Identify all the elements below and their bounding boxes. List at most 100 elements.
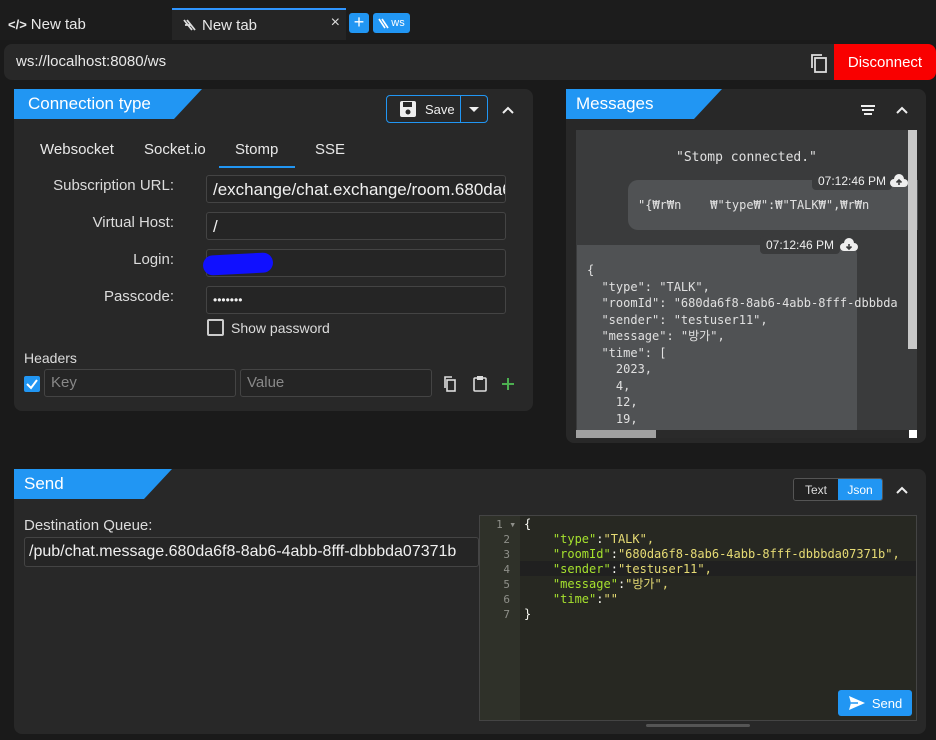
- subscription-url-input[interactable]: /exchange/chat.exchange/room.680da6f: [206, 175, 506, 203]
- received-message-text: { "type": "TALK", "roomId": "680da6f8-8a…: [587, 262, 909, 430]
- code-line: }: [524, 607, 532, 621]
- header-key-input[interactable]: Key: [44, 369, 236, 397]
- tab-label: New tab: [30, 15, 86, 33]
- message-line: "type": "TALK",: [587, 279, 710, 294]
- line-number: 6: [503, 593, 510, 606]
- line-number: 4: [503, 563, 510, 576]
- tab-sse[interactable]: SSE: [315, 141, 345, 158]
- cloud-upload-icon[interactable]: [890, 174, 908, 188]
- message-line: 12,: [587, 395, 638, 409]
- passcode-input[interactable]: •••••••: [206, 286, 506, 314]
- header-value-input[interactable]: Value: [240, 369, 432, 397]
- message-line: {: [587, 263, 595, 277]
- tab-bar: [0, 0, 936, 40]
- format-json-button[interactable]: Json: [838, 479, 882, 500]
- ws-button[interactable]: ws: [373, 13, 410, 33]
- code-line: "roomId":"680da6f8-8ab6-4abb-8fff-dbbbda…: [552, 547, 900, 561]
- ws-label: ws: [391, 17, 405, 29]
- json-value: "testuser11",: [617, 562, 712, 576]
- add-tab-button[interactable]: +: [349, 13, 369, 33]
- filter-lines-icon[interactable]: [860, 103, 876, 117]
- plug-icon: [378, 18, 389, 28]
- login-label: Login:: [133, 251, 174, 268]
- virtual-host-label: Virtual Host:: [92, 214, 174, 231]
- line-number: 1 ▾: [496, 518, 516, 531]
- json-value: "방가",: [625, 577, 669, 591]
- line-number: 3: [503, 548, 510, 561]
- message-line: 2023,: [587, 362, 653, 376]
- collapse-chevron-up-icon[interactable]: [894, 102, 910, 118]
- message-line: 4,: [587, 378, 631, 393]
- header-enabled-checkbox[interactable]: [24, 376, 40, 392]
- tab-websocket[interactable]: Websocket: [40, 141, 114, 158]
- json-key: "type": [552, 532, 597, 546]
- tab-socketio[interactable]: Socket.io: [144, 141, 206, 158]
- message-line: "time": [: [587, 345, 667, 360]
- code-line: "type":"TALK",: [552, 532, 655, 546]
- virtual-host-input[interactable]: /: [206, 212, 506, 240]
- collapse-chevron-up-icon[interactable]: [894, 482, 910, 498]
- line-number: 7: [503, 608, 510, 621]
- line-number: 2: [503, 533, 510, 546]
- format-toggle: Text Json: [793, 478, 883, 501]
- horizontal-scrollbar-thumb[interactable]: [576, 430, 656, 438]
- disconnect-button[interactable]: Disconnect: [834, 44, 936, 80]
- destination-queue-input[interactable]: /pub/chat.message.680da6f8-8ab6-4abb-8ff…: [24, 537, 479, 567]
- cloud-download-icon[interactable]: [840, 238, 858, 252]
- json-key: "sender": [552, 562, 611, 576]
- sent-message-text: "{₩r₩n ₩"type₩":₩"TALK₩",₩r₩n: [638, 198, 870, 212]
- tab-stomp[interactable]: Stomp: [235, 141, 278, 158]
- tab-2-active[interactable]: New tab ×: [172, 8, 346, 40]
- send-button[interactable]: Send: [838, 690, 912, 716]
- messages-title: Messages: [566, 89, 722, 119]
- line-number: 5: [503, 578, 510, 591]
- plus-icon: +: [353, 12, 365, 32]
- code-line: "sender":"testuser11",: [552, 562, 712, 576]
- chevron-down-icon[interactable]: [461, 96, 487, 122]
- tab-label: New tab: [202, 16, 258, 34]
- code-line: {: [524, 517, 532, 531]
- json-value: "680da6f8-8ab6-4abb-8fff-dbbbda07371b",: [617, 547, 900, 561]
- save-button[interactable]: Save: [387, 96, 461, 122]
- json-key: "roomId": [552, 547, 611, 561]
- format-text-button[interactable]: Text: [794, 479, 838, 500]
- json-value: "": [603, 592, 618, 606]
- copy-icon[interactable]: [808, 52, 830, 74]
- save-button-group: Save: [386, 95, 488, 123]
- clipboard-paste-icon[interactable]: [472, 375, 488, 392]
- code-brackets-icon: </>: [8, 16, 27, 32]
- checkmark-icon: [26, 379, 38, 390]
- url-input[interactable]: ws://localhost:8080/ws: [16, 53, 166, 70]
- redaction-scribble: [202, 252, 274, 276]
- headers-label: Headers: [24, 350, 77, 366]
- code-line: "time":"": [552, 592, 618, 606]
- code-line: "message":"방가",: [552, 577, 669, 591]
- collapse-chevron-up-icon[interactable]: [500, 102, 516, 118]
- subscription-url-label: Subscription URL:: [53, 177, 174, 194]
- floppy-disk-icon: [400, 101, 416, 117]
- message-time: 07:12:46 PM: [760, 236, 841, 254]
- scrollbar-corner: [909, 430, 917, 438]
- message-line: "roomId": "680da6f8-8ab6-4abb-8fff-dbbbd…: [587, 296, 898, 310]
- save-label: Save: [425, 101, 455, 117]
- message-line: "sender": "testuser11",: [587, 312, 768, 327]
- json-key: "message": [552, 577, 618, 591]
- json-key: "time": [552, 592, 597, 606]
- connection-title: Connection type: [14, 89, 202, 119]
- add-header-plus-icon[interactable]: [500, 376, 516, 392]
- send-title: Send: [14, 469, 172, 499]
- message-line: "message": "방가",: [587, 329, 725, 343]
- tab-1[interactable]: </> New tab: [8, 8, 86, 40]
- show-password-label: Show password: [231, 320, 330, 336]
- message-line: 19,: [587, 411, 638, 426]
- message-time: 07:12:46 PM: [812, 172, 893, 190]
- passcode-label: Passcode:: [103, 288, 174, 305]
- system-message: "Stomp connected.": [676, 150, 817, 165]
- destination-queue-label: Destination Queue:: [24, 517, 153, 534]
- copy-header-icon[interactable]: [442, 376, 458, 392]
- resize-handle[interactable]: [646, 724, 750, 727]
- close-tab-icon[interactable]: ×: [331, 14, 340, 32]
- vertical-scrollbar[interactable]: [908, 130, 917, 349]
- show-password-checkbox[interactable]: [207, 319, 224, 336]
- json-value: "TALK",: [603, 532, 655, 546]
